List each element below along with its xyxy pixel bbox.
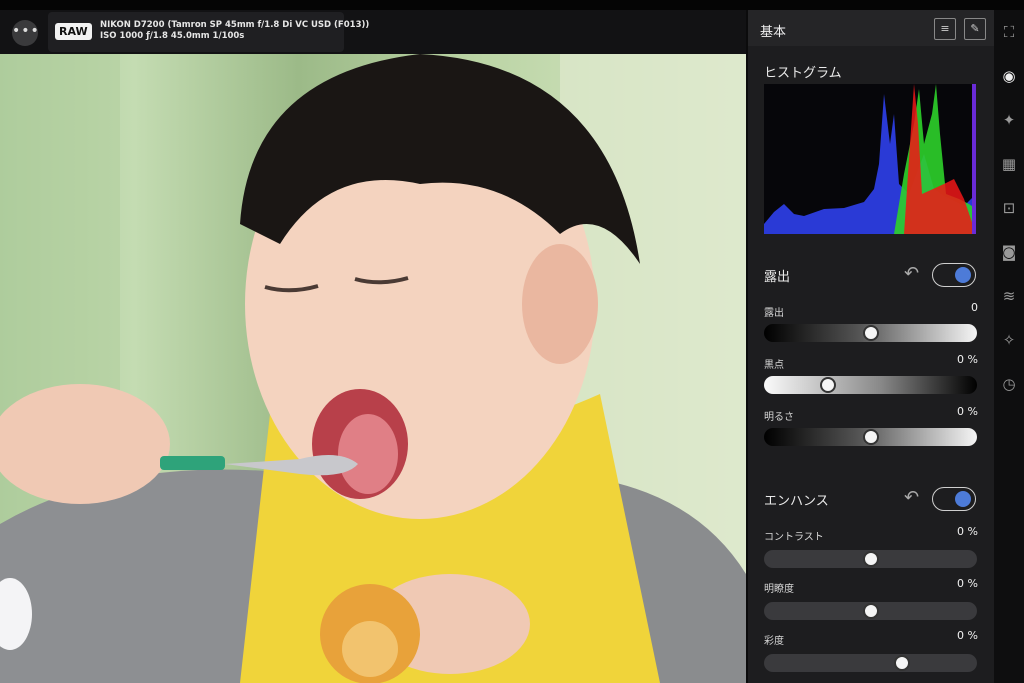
lens-icon[interactable]: ⊡ (999, 198, 1019, 218)
slider-label-clarity: 明瞭度 (764, 584, 794, 595)
contrast-slider-knob[interactable] (862, 551, 879, 567)
exposure-section-label: 露出 (764, 270, 791, 285)
list-icon[interactable]: ≡ (934, 18, 956, 40)
slider-value-contrast: 0 % (957, 525, 978, 538)
slider-value-black-point: 0 % (957, 353, 978, 366)
brightness-slider-knob[interactable] (862, 429, 879, 445)
panel-title: 基本 (760, 25, 787, 40)
black-point-slider-knob[interactable] (819, 377, 836, 393)
history-icon[interactable]: ◷ (999, 374, 1019, 394)
retouch-icon[interactable]: ✧ (999, 330, 1019, 350)
slider-label-contrast: コントラスト (764, 532, 824, 543)
slider-label-saturation: 彩度 (764, 636, 784, 647)
color-wheel-icon[interactable]: ◉ (999, 66, 1019, 86)
saturation-slider[interactable] (764, 654, 977, 672)
adjustments-panel: 基本 ≡ ✎ ヒストグラム 露出 ↶ 露出 0 黒点 0 % 明るさ 0 % エ… (748, 10, 994, 683)
photo-image (0, 54, 746, 683)
camera-lens-info: NIKON D7200 (Tamron SP 45mm f/1.8 Di VC … (100, 20, 370, 30)
slider-value-brightness: 0 % (957, 405, 978, 418)
crop-icon[interactable]: ⛶ (999, 22, 1019, 42)
enhance-undo-icon[interactable]: ↶ (904, 487, 919, 508)
slider-label-black-point: 黒点 (764, 360, 784, 371)
exposure-undo-icon[interactable]: ↶ (904, 263, 919, 284)
slider-value-clarity: 0 % (957, 577, 978, 590)
clarity-slider-knob[interactable] (862, 603, 879, 619)
top-edge (0, 0, 1024, 10)
noise-icon[interactable]: ▦ (999, 154, 1019, 174)
vignette-icon[interactable]: ✦ (999, 110, 1019, 130)
raw-badge: RAW (55, 23, 92, 40)
exposure-slider[interactable] (764, 324, 977, 342)
camera-icon[interactable]: ◙ (999, 242, 1019, 262)
slider-label-exposure: 露出 (764, 308, 784, 319)
tool-rail: ⛶ ◉ ✦ ▦ ⊡ ◙ ≋ ✧ ◷ (994, 10, 1024, 683)
exposure-toggle[interactable] (932, 263, 976, 287)
photo-canvas[interactable] (0, 54, 746, 683)
black-point-slider[interactable] (764, 376, 977, 394)
enhance-toggle[interactable] (932, 487, 976, 511)
histogram-label: ヒストグラム (764, 66, 842, 81)
histogram (764, 84, 976, 234)
slider-value-saturation: 0 % (957, 629, 978, 642)
panel-header: 基本 ≡ ✎ (748, 10, 994, 46)
clarity-slider[interactable] (764, 602, 977, 620)
exposure-info: ISO 1000 ƒ/1.8 45.0mm 1/100s (100, 31, 245, 41)
slider-label-brightness: 明るさ (764, 412, 794, 423)
pin-icon[interactable]: ✎ (964, 18, 986, 40)
more-options-button[interactable]: ••• (12, 20, 39, 46)
contrast-slider[interactable] (764, 550, 977, 568)
layers-icon[interactable]: ≋ (999, 286, 1019, 306)
brightness-slider[interactable] (764, 428, 977, 446)
enhance-section-label: エンハンス (764, 494, 829, 509)
slider-value-exposure: 0 (971, 301, 978, 314)
saturation-slider-knob[interactable] (894, 655, 911, 671)
exposure-slider-knob[interactable] (862, 325, 879, 341)
